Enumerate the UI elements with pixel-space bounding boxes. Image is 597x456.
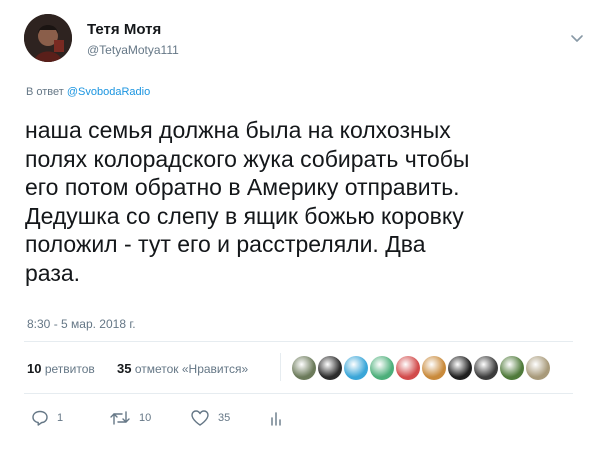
likes-stat[interactable]: 35 отметок «Нравится» [117, 361, 248, 376]
liker-avatar-2[interactable] [318, 356, 342, 380]
reply-icon [32, 410, 48, 426]
like-button[interactable]: 35 [190, 409, 230, 427]
reply-button[interactable]: 1 [31, 409, 63, 427]
retweet-button[interactable]: 10 [109, 409, 151, 427]
retweet-count: 10 [139, 412, 152, 424]
retweets-stat[interactable]: 10 ретвитов [27, 361, 95, 376]
liker-avatar-7[interactable] [448, 356, 472, 380]
user-handle[interactable]: @TetyaMotya111 [87, 43, 179, 57]
liker-avatar-8[interactable] [474, 356, 498, 380]
tweet-timestamp[interactable]: 8:30 - 5 мар. 2018 г. [27, 317, 136, 331]
liker-avatar-1[interactable] [292, 356, 316, 380]
reply-prefix: В ответ [26, 86, 64, 98]
avatar[interactable] [24, 14, 72, 62]
reply-context: В ответ @SvobodaRadio [26, 86, 150, 98]
chevron-down-icon[interactable] [569, 32, 585, 44]
liker-avatar-3[interactable] [344, 356, 368, 380]
reply-mention-link[interactable]: @SvobodaRadio [67, 86, 150, 98]
analytics-icon [271, 412, 281, 426]
display-name[interactable]: Тетя Мотя [87, 21, 161, 38]
divider-bottom [24, 393, 573, 394]
analytics-button[interactable] [269, 409, 291, 427]
stats-separator [280, 353, 281, 381]
likes-count: 35 [117, 361, 132, 376]
liker-avatar-6[interactable] [422, 356, 446, 380]
heart-icon [191, 410, 209, 426]
divider-top [24, 341, 573, 342]
like-count: 35 [218, 412, 231, 424]
retweets-label: ретвитов [44, 362, 95, 376]
avatar-image [24, 14, 72, 62]
retweet-icon [110, 411, 130, 425]
retweets-count: 10 [27, 361, 42, 376]
likes-label: отметок «Нравится» [134, 362, 249, 376]
liker-avatar-10[interactable] [526, 356, 550, 380]
liker-avatar-4[interactable] [370, 356, 394, 380]
tweet-text: наша семья должна была на колхозных поля… [25, 117, 470, 286]
liker-avatar-9[interactable] [500, 356, 524, 380]
reply-count: 1 [57, 412, 64, 424]
liker-avatar-5[interactable] [396, 356, 420, 380]
